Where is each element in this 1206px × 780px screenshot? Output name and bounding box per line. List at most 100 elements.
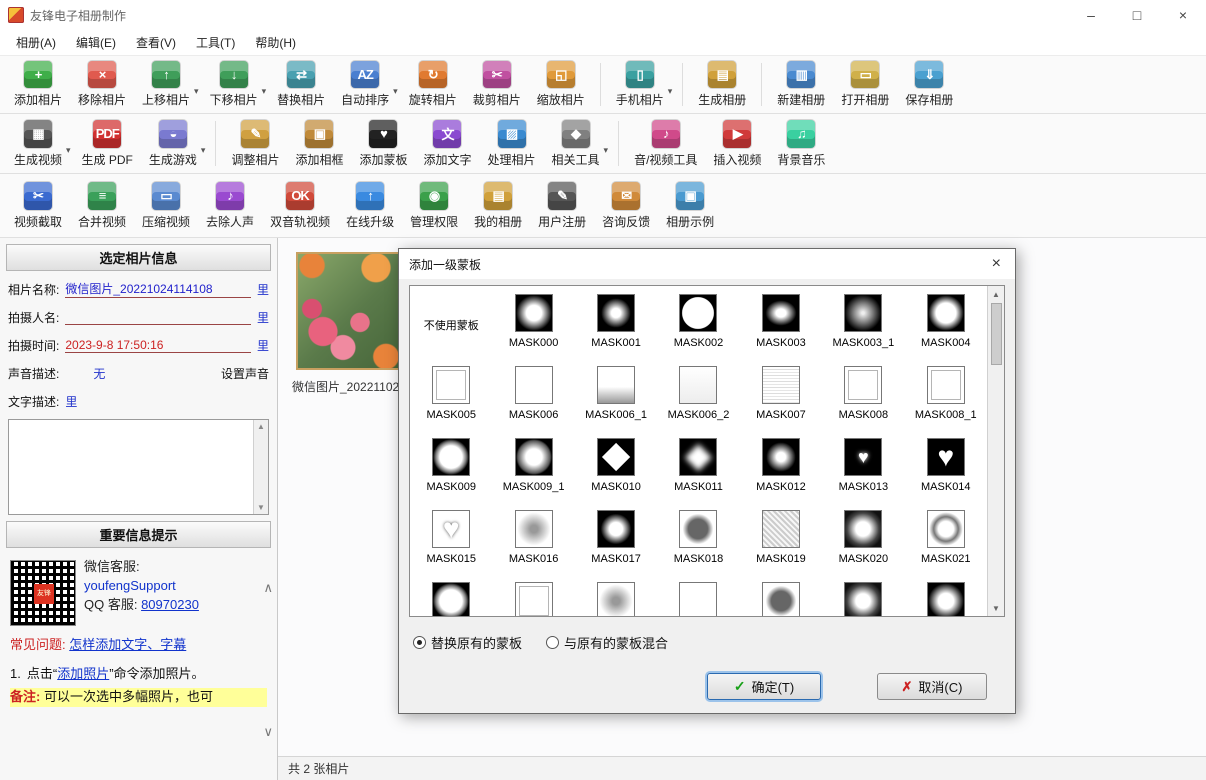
menu-item[interactable]: 相册(A) [6, 30, 66, 55]
ok-button[interactable]: ✓ 确定(T) [707, 673, 821, 700]
menu-item[interactable]: 编辑(E) [66, 30, 126, 55]
toolbar-button[interactable]: ▯ 手机相片 [608, 59, 672, 110]
toolbar-button[interactable]: ▥ 新建相册 [769, 59, 833, 110]
toolbar-button[interactable]: 文 添加文字 [415, 117, 479, 170]
toolbar-button[interactable]: ▶ 插入视频 [705, 117, 769, 170]
toolbar-button[interactable]: ↑ 在线升级 [338, 177, 402, 234]
mask-option[interactable] [822, 574, 904, 617]
mask-option[interactable]: MASK003_1 [822, 286, 904, 358]
wechat-service-id[interactable]: youfengSupport [84, 578, 176, 593]
text-description-input[interactable] [9, 420, 253, 514]
toolbar-button[interactable]: AZ 自动排序 [333, 59, 397, 110]
toolbar-button[interactable]: ▭ 压缩视频 [134, 177, 198, 234]
scroll-thumb[interactable] [991, 303, 1002, 365]
toolbar-button[interactable]: ↻ 旋转相片 [401, 59, 465, 110]
radio-replace-mask[interactable]: 替换原有的蒙板 [413, 633, 522, 652]
mask-option[interactable]: MASK004 [905, 286, 987, 358]
mask-option[interactable]: MASK015 [410, 502, 492, 574]
dropdown-arrow-icon[interactable]: ▾ [262, 86, 267, 97]
toolbar-button[interactable]: ▭ 打开相册 [833, 59, 897, 110]
add-photo-link[interactable]: 添加照片 [57, 666, 109, 681]
dropdown-arrow-icon[interactable]: ▾ [194, 86, 199, 97]
dropdown-arrow-icon[interactable]: ▾ [668, 86, 673, 97]
mask-option[interactable]: MASK003 [740, 286, 822, 358]
photographer-more-link[interactable]: 里 [257, 309, 269, 326]
toolbar-button[interactable]: ≡ 合并视频 [70, 177, 134, 234]
toolbar-button[interactable]: ▤ 我的相册 [466, 177, 530, 234]
mask-option[interactable]: MASK020 [822, 502, 904, 574]
mask-option[interactable]: MASK009_1 [492, 430, 574, 502]
toolbar-button[interactable]: ◆ 相关工具 [544, 117, 608, 170]
mask-option[interactable]: 不使用蒙板 [410, 286, 492, 358]
toolbar-button[interactable]: ♫ 背景音乐 [769, 117, 833, 170]
set-sound-button[interactable]: 设置声音 [221, 365, 269, 382]
scroll-up-icon[interactable]: ▲ [992, 286, 1000, 302]
mask-option[interactable]: MASK008_1 [905, 358, 987, 430]
mask-option[interactable]: MASK013 [822, 430, 904, 502]
mask-option[interactable]: MASK000 [492, 286, 574, 358]
dropdown-arrow-icon[interactable]: ▾ [201, 145, 206, 156]
close-button[interactable]: × [1160, 0, 1206, 30]
mask-option[interactable]: MASK011 [657, 430, 739, 502]
photo-name-value[interactable]: 微信图片_20221024114108 [65, 280, 251, 298]
mask-option[interactable]: MASK007 [740, 358, 822, 430]
mask-option[interactable]: MASK019 [740, 502, 822, 574]
toolbar-button[interactable]: ▤ 生成相册 [690, 59, 754, 110]
shoot-time-more-link[interactable]: 里 [257, 337, 269, 354]
mask-option[interactable]: MASK001 [575, 286, 657, 358]
maximize-button[interactable]: □ [1114, 0, 1160, 30]
toolbar-button[interactable]: ▦ 生成视频 [6, 117, 70, 170]
toolbar-button[interactable]: ◱ 缩放相片 [529, 59, 593, 110]
radio-blend-mask[interactable]: 与原有的蒙板混合 [546, 633, 668, 652]
mask-option[interactable]: MASK021 [905, 502, 987, 574]
toolbar-button[interactable]: ✂ 裁剪相片 [465, 59, 529, 110]
qq-service-link[interactable]: 80970230 [141, 597, 199, 612]
mask-option[interactable]: MASK006 [492, 358, 574, 430]
cancel-button[interactable]: ✗ 取消(C) [877, 673, 987, 700]
toolbar-button[interactable]: ▨ 处理相片 [480, 117, 544, 170]
mask-option[interactable]: MASK006_1 [575, 358, 657, 430]
dropdown-arrow-icon[interactable]: ▾ [66, 145, 71, 156]
toolbar-button[interactable]: ↑ 上移相片 [134, 59, 198, 110]
mask-option[interactable] [657, 574, 739, 617]
toolbar-button[interactable]: ◒ 生成游戏 [141, 117, 205, 170]
text-desc-more-link[interactable]: 里 [65, 393, 77, 410]
dropdown-arrow-icon[interactable]: ▾ [604, 145, 609, 156]
mask-option[interactable]: MASK016 [492, 502, 574, 574]
mask-option[interactable]: MASK002 [657, 286, 739, 358]
toolbar-button[interactable]: ⇄ 替换相片 [269, 59, 333, 110]
textarea-scrollbar[interactable]: ▲ ▼ [253, 420, 268, 514]
toolbar-button[interactable]: ✂ 视频截取 [6, 177, 70, 234]
toolbar-button[interactable]: OK 双音轨视频 [262, 177, 338, 234]
toolbar-button[interactable]: ◉ 管理权限 [402, 177, 466, 234]
mask-option[interactable]: MASK014 [905, 430, 987, 502]
mask-option[interactable]: MASK017 [575, 502, 657, 574]
toolbar-button[interactable]: ✉ 咨询反馈 [594, 177, 658, 234]
toolbar-button[interactable]: ▣ 添加相框 [287, 117, 351, 170]
mask-option[interactable] [492, 574, 574, 617]
sound-desc-value[interactable]: 无 [93, 365, 105, 382]
mask-option[interactable]: MASK010 [575, 430, 657, 502]
toolbar-button[interactable]: + 添加相片 [6, 59, 70, 110]
toolbar-button[interactable]: ✎ 调整相片 [223, 117, 287, 170]
mask-list-scrollbar[interactable]: ▲ ▼ [987, 286, 1004, 616]
menu-item[interactable]: 工具(T) [186, 30, 245, 55]
mask-option[interactable] [905, 574, 987, 617]
photographer-value[interactable] [65, 310, 251, 325]
mask-option[interactable] [740, 574, 822, 617]
toolbar-button[interactable]: ▣ 相册示例 [658, 177, 722, 234]
toolbar-button[interactable]: ↓ 下移相片 [202, 59, 266, 110]
scroll-down-icon[interactable]: ▼ [257, 503, 265, 512]
photo-thumbnail[interactable] [296, 252, 400, 370]
shoot-time-value[interactable]: 2023-9-8 17:50:16 [65, 338, 251, 353]
dropdown-arrow-icon[interactable]: ▾ [393, 86, 398, 97]
mask-option[interactable]: MASK018 [657, 502, 739, 574]
sidebar-scroll-down-icon[interactable]: ∨ [263, 724, 273, 740]
sidebar-scroll-up-icon[interactable]: ∧ [263, 580, 273, 596]
minimize-button[interactable]: – [1068, 0, 1114, 30]
toolbar-button[interactable]: ⇓ 保存相册 [897, 59, 961, 110]
menu-item[interactable]: 帮助(H) [245, 30, 306, 55]
scroll-up-icon[interactable]: ▲ [257, 422, 265, 431]
dialog-title-bar[interactable]: 添加一级蒙板 × [399, 249, 1015, 279]
photo-name-more-link[interactable]: 里 [257, 281, 269, 298]
